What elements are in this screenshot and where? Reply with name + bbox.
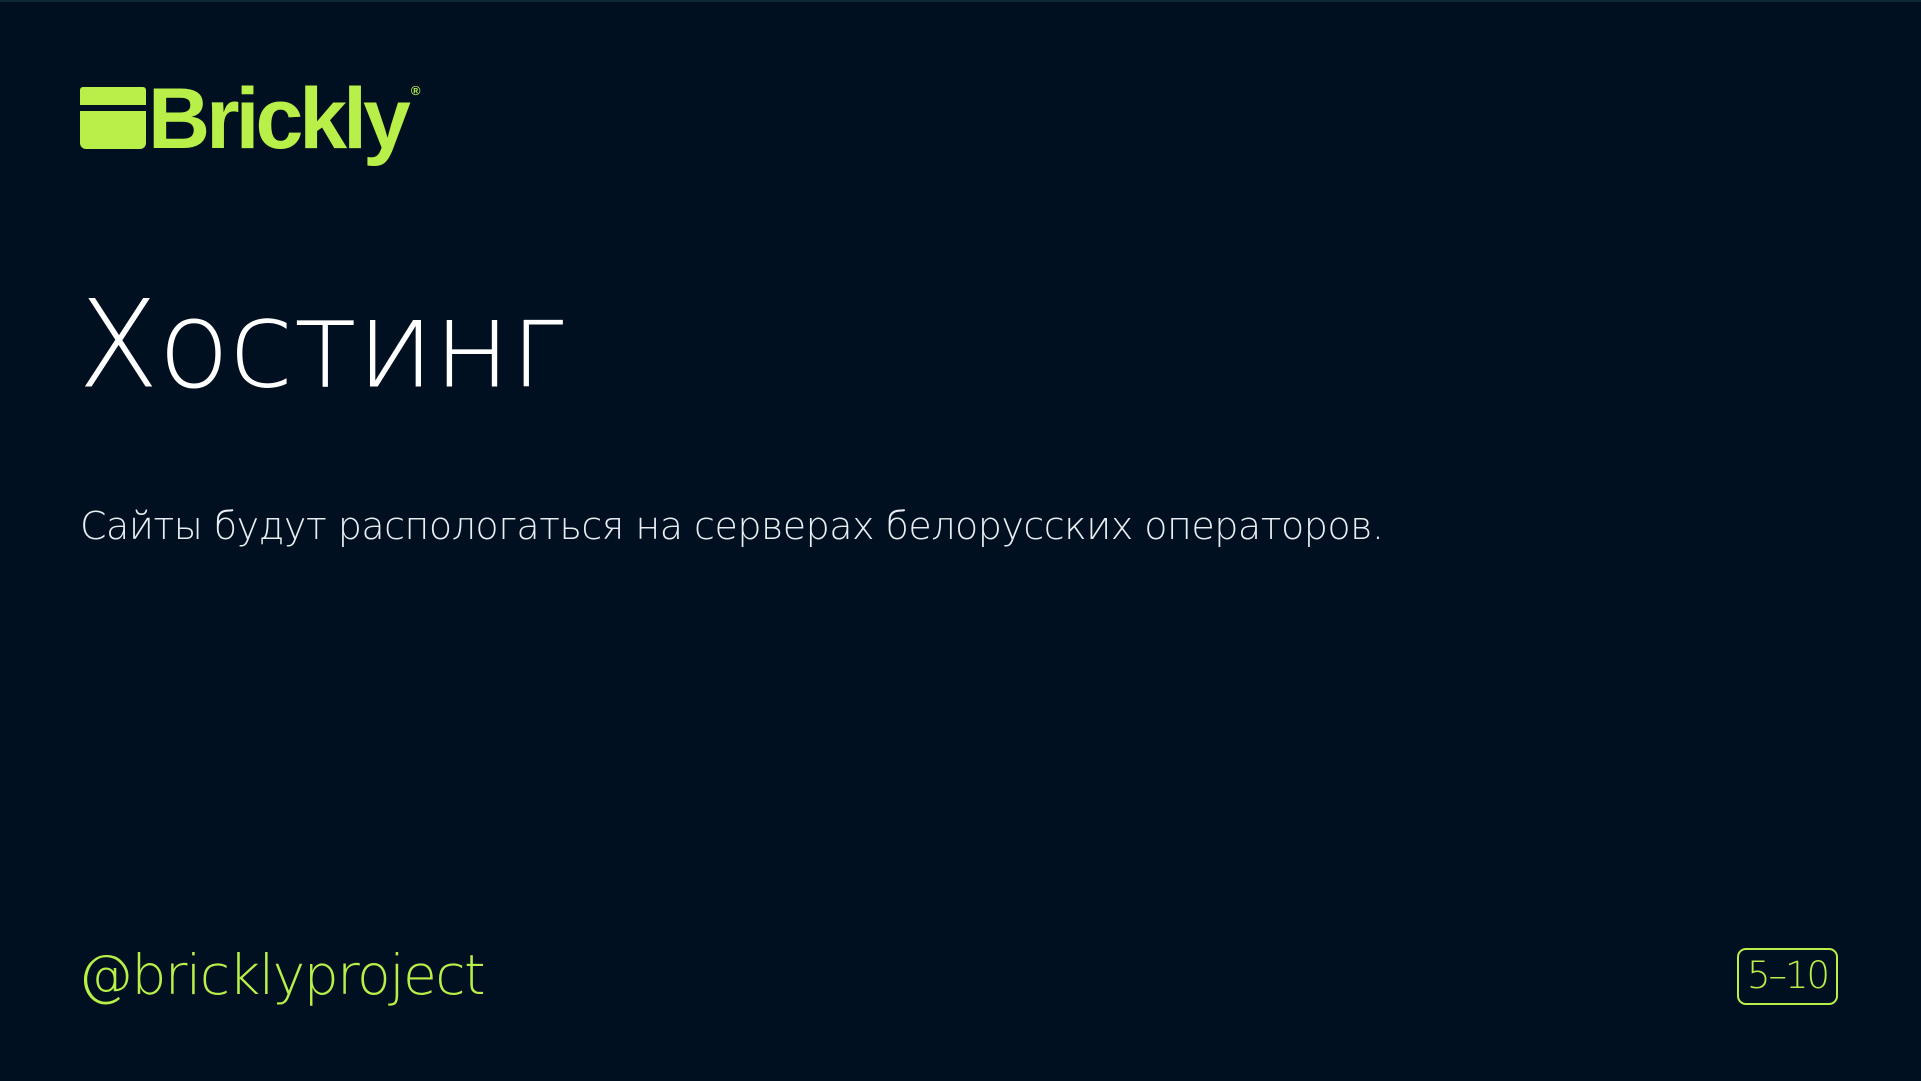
page-indicator-badge: 5–10 [1737, 948, 1838, 1005]
slide: Brickly ® Хостинг Сайты будут распологат… [0, 0, 1921, 1081]
social-handle: @bricklyproject [78, 943, 486, 1007]
registered-mark: ® [410, 83, 421, 98]
brickly-logo: Brickly ® [80, 71, 421, 167]
logo-wordmark: Brickly [148, 71, 411, 167]
brick-icon [80, 87, 146, 149]
slide-title: Хостинг [78, 273, 568, 416]
slide-subtitle: Сайты будут распологаться на серверах бе… [80, 504, 1384, 548]
